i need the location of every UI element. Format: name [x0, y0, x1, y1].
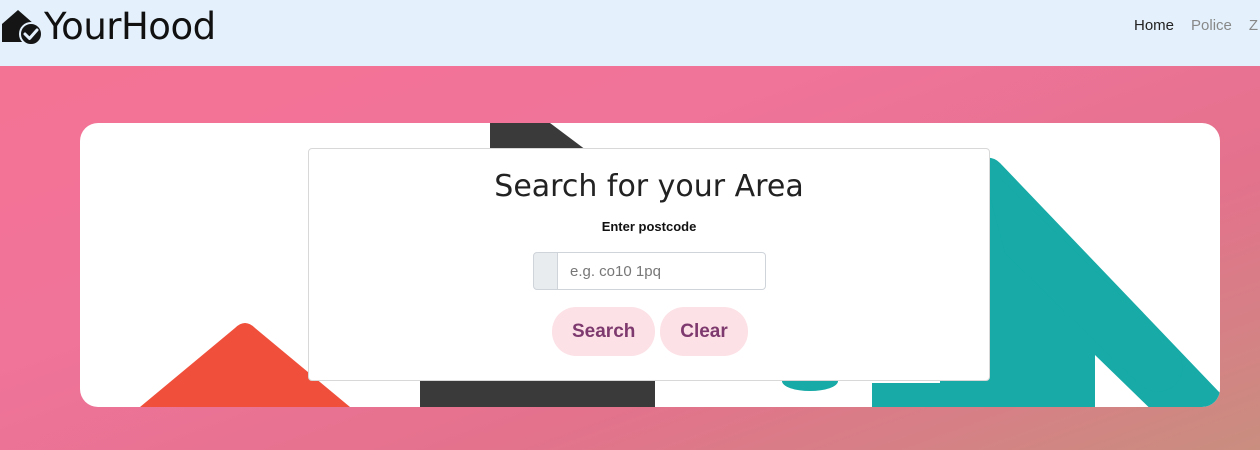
button-row: Search Clear [552, 307, 748, 356]
nav-link-z[interactable]: Z [1249, 17, 1258, 34]
search-button[interactable]: Search [552, 307, 655, 356]
input-addon [533, 252, 558, 290]
navbar: YourHood Home Police Z [0, 0, 1260, 66]
postcode-label: Enter postcode [601, 219, 697, 234]
postcode-input-group [533, 252, 766, 290]
postcode-input[interactable] [558, 252, 766, 290]
nav-link-home[interactable]: Home [1134, 17, 1174, 34]
search-title: Search for your Area [494, 169, 804, 204]
search-panel: Search for your Area Enter postcode Sear… [308, 148, 990, 381]
nav-link-police[interactable]: Police [1191, 17, 1232, 34]
clear-button[interactable]: Clear [660, 307, 748, 356]
brand-name: YourHood [44, 4, 216, 48]
nav-links: Home Police Z [1134, 17, 1260, 34]
house-check-icon [2, 10, 43, 46]
brand[interactable]: YourHood [0, 4, 216, 48]
